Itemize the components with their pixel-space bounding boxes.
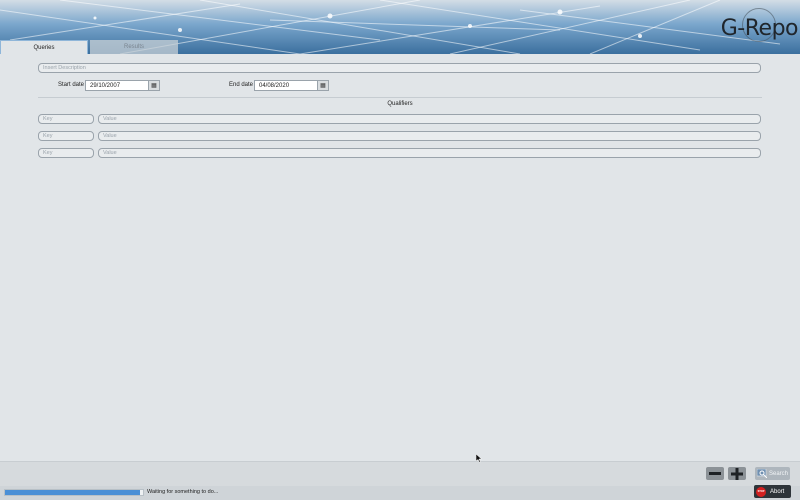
- add-qualifier-button[interactable]: [728, 467, 746, 480]
- remove-qualifier-button[interactable]: [706, 467, 724, 480]
- start-date-label: Start date: [58, 82, 85, 88]
- divider: [38, 97, 762, 98]
- tab-bar: Queries Results: [0, 40, 178, 54]
- app-logo: G-Repo: [720, 16, 799, 41]
- progress-bar: [4, 489, 144, 496]
- qualifier-key-input[interactable]: Key: [38, 148, 94, 158]
- qualifier-key-input[interactable]: Key: [38, 131, 94, 141]
- end-date-input[interactable]: 04/08/2020: [254, 80, 318, 91]
- search-icon: [757, 469, 767, 478]
- qualifier-value-input[interactable]: Value: [98, 114, 761, 124]
- end-date-label: End date: [229, 82, 254, 88]
- start-date-calendar-icon[interactable]: ▦: [148, 80, 160, 91]
- tab-queries[interactable]: Queries: [0, 40, 88, 54]
- minus-icon: [709, 472, 721, 475]
- end-date-calendar-icon[interactable]: ▦: [317, 80, 329, 91]
- abort-button[interactable]: STOP Abort: [754, 485, 791, 498]
- stop-icon: STOP: [756, 486, 766, 497]
- plus-icon: [731, 467, 743, 480]
- qualifier-value-input[interactable]: Value: [98, 148, 761, 158]
- abort-button-label: Abort: [770, 488, 785, 495]
- tab-results[interactable]: Results: [90, 40, 178, 54]
- progress-fill: [5, 490, 141, 495]
- qualifiers-title: Qualifiers: [387, 101, 413, 107]
- start-date-input[interactable]: 29/10/2007: [85, 80, 149, 91]
- description-input[interactable]: Insert Description: [38, 63, 761, 73]
- bottom-toolbar: [0, 461, 800, 486]
- qualifier-key-input[interactable]: Key: [38, 114, 94, 124]
- search-button[interactable]: Search: [755, 467, 790, 480]
- mouse-cursor-icon: [476, 454, 482, 463]
- status-text: Waiting for something to do...: [147, 489, 219, 495]
- search-button-label: Search: [768, 470, 788, 477]
- qualifier-value-input[interactable]: Value: [98, 131, 761, 141]
